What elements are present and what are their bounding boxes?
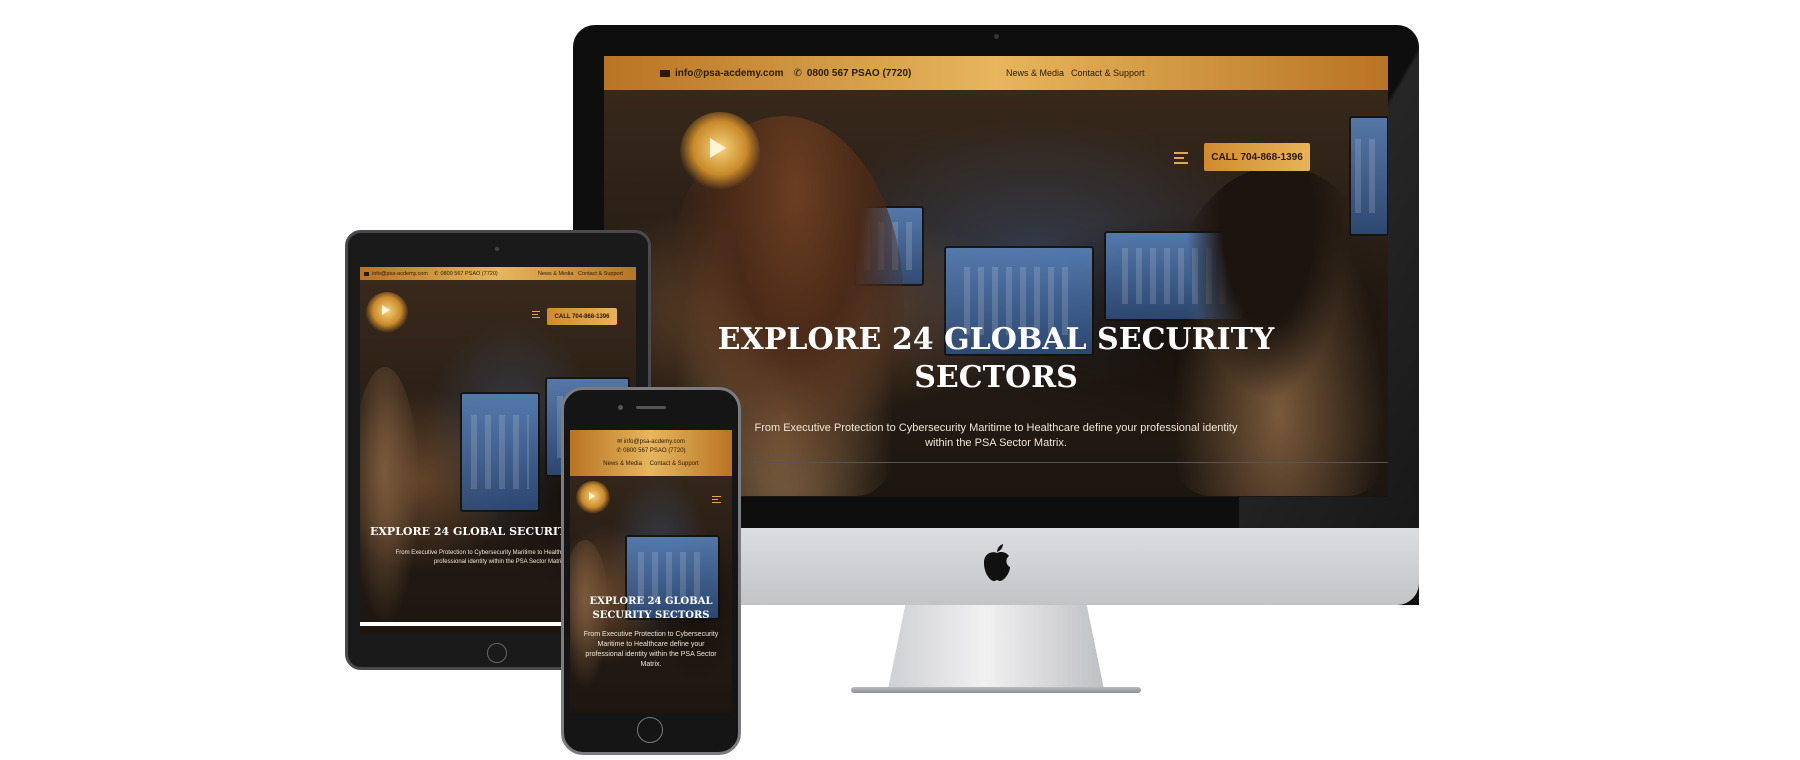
mail-icon <box>364 271 369 276</box>
phone-icon: ✆ <box>433 270 439 277</box>
nav-contact-support[interactable]: Contact & Support <box>1071 68 1145 78</box>
phone-link[interactable]: 0800 567 PSAO (7720) <box>441 271 498 277</box>
nav-news-media[interactable]: News & Media <box>1006 68 1064 78</box>
top-contact-bar: ✉ info@psa-acdemy.com ✆ 0800 567 PSAO (7… <box>570 430 732 476</box>
iphone-mockup: ✉ info@psa-acdemy.com ✆ 0800 567 PSAO (7… <box>561 387 741 755</box>
hamburger-icon[interactable] <box>532 311 540 321</box>
academy-logo-icon[interactable] <box>576 481 610 515</box>
phone-icon: ✆ <box>793 67 802 79</box>
divider <box>754 462 1388 463</box>
academy-logo-icon[interactable] <box>366 292 408 334</box>
ipad-home-button[interactable] <box>487 643 507 663</box>
apple-logo-icon <box>980 543 1014 583</box>
ipad-camera <box>495 247 499 251</box>
academy-logo-icon[interactable] <box>680 112 760 192</box>
hamburger-icon[interactable] <box>1174 152 1188 167</box>
iphone-camera <box>618 405 623 410</box>
nav-contact-support[interactable]: Contact & Support <box>578 271 623 277</box>
iphone-speaker <box>636 406 666 409</box>
call-button[interactable]: CALL 704-868-1396 <box>547 308 617 325</box>
nav-news-media[interactable]: News & Media <box>603 461 642 467</box>
imac-camera <box>994 34 999 39</box>
nav-contact-support[interactable]: Contact & Support <box>650 461 699 467</box>
top-contact-bar: info@psa-acdemy.com ✆ 0800 567 PSAO (772… <box>360 267 636 280</box>
imac-stand-base <box>851 687 1141 693</box>
nav-news-media[interactable]: News & Media <box>538 271 573 277</box>
email-link[interactable]: info@psa-acdemy.com <box>372 271 428 277</box>
email-link[interactable]: info@psa-acdemy.com <box>624 439 685 445</box>
imac-stand <box>888 605 1104 689</box>
hero-title: EXPLORE 24 GLOBAL SECURITY SECTORS <box>589 596 713 621</box>
hero-subtitle: From Executive Protection to Cybersecuri… <box>583 631 719 668</box>
email-link[interactable]: info@psa-acdemy.com <box>675 68 783 79</box>
mail-icon <box>660 69 670 77</box>
iphone-home-button[interactable] <box>637 717 663 743</box>
call-button[interactable]: CALL 704-868-1396 <box>1204 143 1310 171</box>
hero-subtitle: From Executive Protection to Cybersecuri… <box>754 422 1238 449</box>
mail-icon: ✉ <box>617 438 624 445</box>
phone-link[interactable]: 0800 567 PSAO (7720) <box>623 448 685 454</box>
iphone-screen: ✉ info@psa-acdemy.com ✆ 0800 567 PSAO (7… <box>570 430 732 713</box>
top-contact-bar: info@psa-acdemy.com ✆ 0800 567 PSAO (772… <box>604 56 1388 90</box>
phone-link[interactable]: 0800 567 PSAO (7720) <box>807 68 912 79</box>
hero-title: EXPLORE 24 GLOBAL SECURITY SECTORS <box>717 322 1275 395</box>
hamburger-icon[interactable] <box>712 496 721 506</box>
bg-monitor <box>460 392 540 512</box>
